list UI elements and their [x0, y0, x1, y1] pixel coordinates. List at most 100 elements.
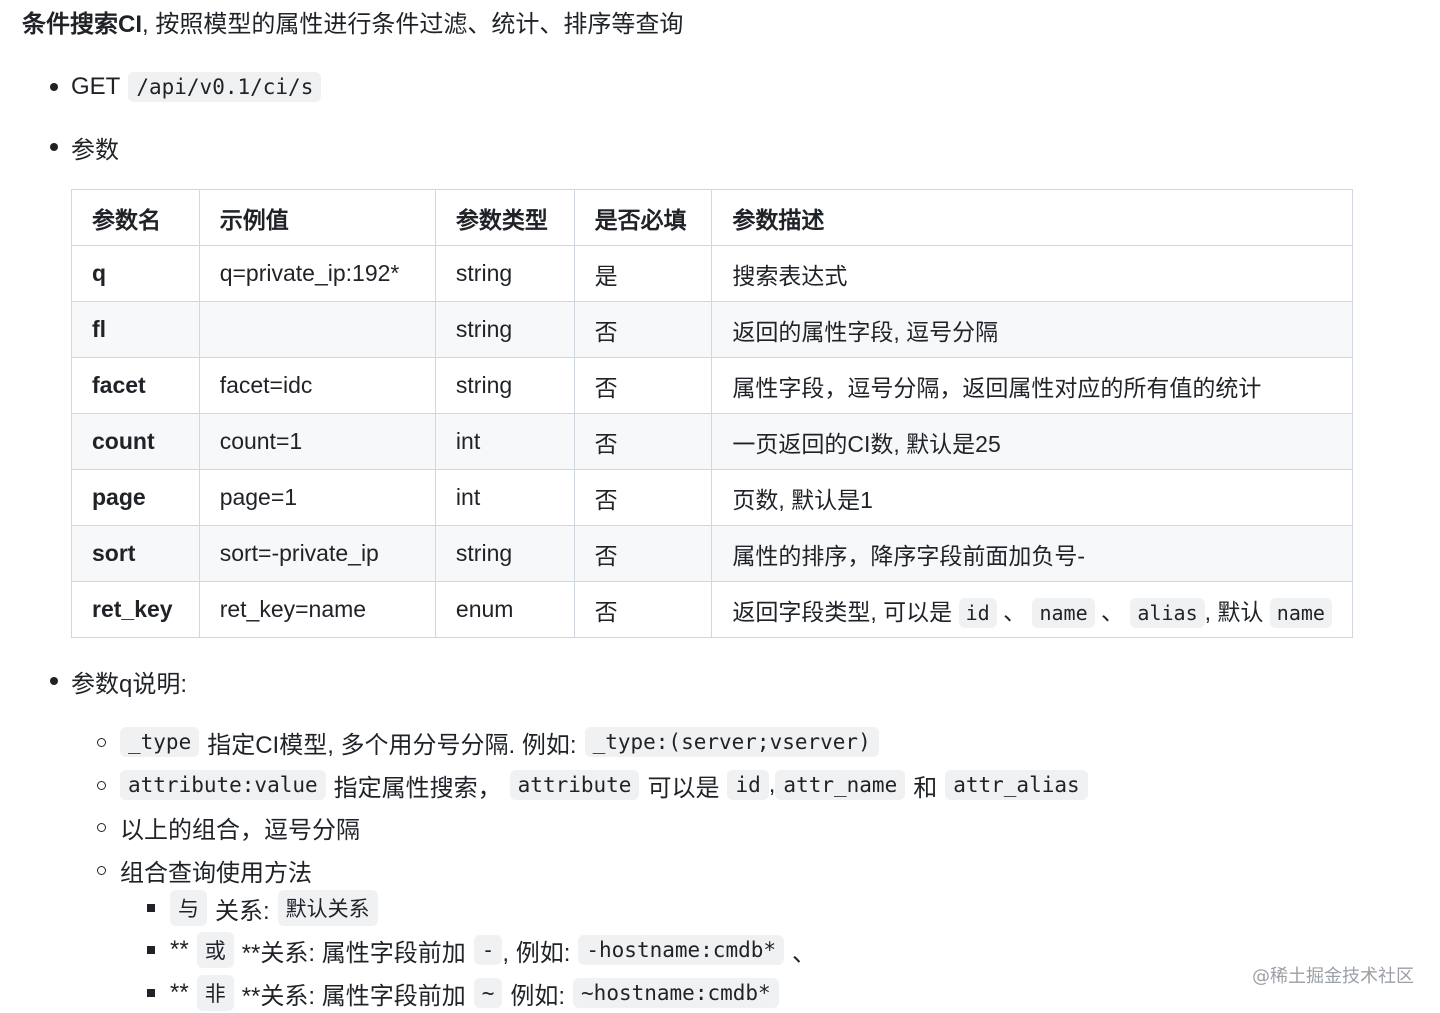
- param-required: 否: [573, 525, 713, 582]
- param-example: page=1: [198, 469, 436, 526]
- param-required: 否: [573, 413, 713, 470]
- params-table: 参数名 示例值 参数类型 是否必填 参数描述 q q=private_ip:19…: [71, 189, 1353, 638]
- param-description: 属性字段，逗号分隔，返回属性对应的所有值的统计: [711, 357, 1353, 414]
- item-text: 可以是: [647, 774, 720, 802]
- params-label: 参数: [71, 136, 119, 164]
- inline-code: name: [1032, 597, 1095, 628]
- type-item: _type 指定CI模型, 多个用分号分隔. 例如: _type:(server…: [120, 722, 879, 762]
- table-row: facet facet=idc string 否 属性字段，逗号分隔，返回属性对…: [71, 357, 1353, 414]
- q-section-item: 参数q说明:: [71, 661, 187, 701]
- not-item: ** 非 **关系: 属性字段前加 ~ 例如: ~hostname:cmdb*: [170, 973, 779, 1013]
- item-text: , 例如:: [502, 939, 571, 967]
- param-description: 返回字段类型, 可以是 id 、 name 、 alias, 默认 name: [711, 581, 1353, 638]
- bullet-disc: [50, 143, 58, 151]
- endpoint-path: /api/v0.1/ci/s: [128, 72, 322, 102]
- bullet-square: [147, 946, 155, 954]
- table-row: q q=private_ip:192* string 是 搜索表达式: [71, 245, 1353, 302]
- params-item: 参数: [71, 127, 119, 167]
- inline-code: attr_name: [775, 770, 906, 800]
- inline-code: name: [1269, 597, 1332, 628]
- param-description: 一页返回的CI数, 默认是25: [711, 413, 1353, 470]
- param-required: 否: [573, 581, 713, 638]
- inline-code: ~hostname:cmdb*: [573, 978, 779, 1008]
- param-type: string: [434, 245, 575, 302]
- q-section-label: 参数q说明:: [71, 670, 188, 698]
- param-example: [198, 301, 436, 358]
- combo-item: 以上的组合，逗号分隔: [120, 807, 360, 847]
- inline-code: attribute: [509, 770, 640, 800]
- item-text: 关系:: [215, 897, 270, 925]
- inline-code: -: [473, 935, 503, 965]
- param-name: sort: [71, 525, 200, 582]
- param-description: 搜索表达式: [711, 245, 1353, 302]
- param-required: 否: [573, 469, 713, 526]
- bullet-disc: [50, 83, 58, 91]
- endpoint-item: GET /api/v0.1/ci/s: [71, 67, 322, 107]
- separator: 、: [1003, 598, 1027, 625]
- param-name: page: [71, 469, 200, 526]
- inline-code: attribute:value: [120, 770, 326, 800]
- inline-code: 非: [196, 975, 234, 1011]
- inline-code: alias: [1130, 597, 1205, 628]
- inline-code: id: [727, 770, 769, 800]
- document-page: 条件搜索CI, 按照模型的属性进行条件过滤、统计、排序等查询 GET /api/…: [0, 0, 1440, 1013]
- http-method: GET: [71, 73, 121, 100]
- item-text: 和: [913, 774, 938, 802]
- item-text: **关系: 属性字段前加: [241, 939, 466, 967]
- item-text: **: [170, 979, 189, 1006]
- item-text: 例如:: [510, 982, 566, 1010]
- attribute-item: attribute:value 指定属性搜索， attribute 可以是 id…: [120, 765, 1088, 805]
- inline-code: 或: [196, 932, 234, 968]
- param-name: count: [71, 413, 200, 470]
- param-example: count=1: [198, 413, 436, 470]
- param-description: 返回的属性字段, 逗号分隔: [711, 301, 1353, 358]
- inline-code: id: [958, 597, 997, 628]
- item-text: 组合查询使用方法: [120, 859, 312, 887]
- inline-code: ~: [473, 978, 503, 1008]
- param-type: string: [434, 357, 575, 414]
- table-row: fl string 否 返回的属性字段, 逗号分隔: [71, 301, 1353, 358]
- bullet-square: [147, 989, 155, 997]
- usage-item: 组合查询使用方法: [120, 850, 312, 890]
- inline-code: 与: [170, 890, 207, 926]
- param-type: int: [434, 469, 575, 526]
- header-required: 是否必填: [573, 189, 713, 246]
- item-text: 指定属性搜索，: [333, 774, 502, 802]
- title-rest: , 按照模型的属性进行条件过滤、统计、排序等查询: [142, 11, 684, 38]
- item-text: 、: [792, 939, 817, 967]
- param-type: string: [434, 525, 575, 582]
- separator: ,: [768, 771, 776, 798]
- item-text: 指定CI模型, 多个用分号分隔. 例如:: [207, 731, 577, 759]
- title-bold: 条件搜索CI: [22, 11, 142, 38]
- param-example: q=private_ip:192*: [198, 245, 436, 302]
- inline-code: 默认关系: [277, 890, 378, 926]
- param-required: 是: [573, 245, 713, 302]
- bullet-disc: [50, 677, 58, 685]
- param-type: int: [434, 413, 575, 470]
- watermark: @稀土掘金技术社区: [1252, 966, 1414, 987]
- header-param-name: 参数名: [71, 189, 200, 246]
- header-description: 参数描述: [711, 189, 1353, 246]
- item-text: 以上的组合，逗号分隔: [120, 816, 360, 844]
- param-required: 否: [573, 357, 713, 414]
- inline-code: attr_alias: [945, 770, 1088, 800]
- inline-code: _type:(server;vserver): [584, 727, 879, 757]
- separator: 、: [1101, 598, 1125, 625]
- param-description: 属性的排序，降序字段前面加负号-: [711, 525, 1353, 582]
- bullet-circle: [97, 823, 106, 832]
- param-example: facet=idc: [198, 357, 436, 414]
- and-item: 与 关系: 默认关系: [170, 888, 378, 928]
- header-type: 参数类型: [434, 189, 575, 246]
- item-text: **关系: 属性字段前加: [241, 982, 466, 1010]
- param-description: 页数, 默认是1: [711, 469, 1353, 526]
- bullet-square: [147, 904, 155, 912]
- bullet-circle: [97, 738, 106, 747]
- table-row: sort sort=-private_ip string 否 属性的排序，降序字…: [71, 525, 1353, 582]
- table-row: page page=1 int 否 页数, 默认是1: [71, 469, 1353, 526]
- param-type: string: [434, 301, 575, 358]
- section-title: 条件搜索CI, 按照模型的属性进行条件过滤、统计、排序等查询: [22, 8, 683, 42]
- param-name: q: [71, 245, 200, 302]
- desc-text: , 默认: [1204, 598, 1264, 625]
- bullet-circle: [97, 866, 106, 875]
- param-example: sort=-private_ip: [198, 525, 436, 582]
